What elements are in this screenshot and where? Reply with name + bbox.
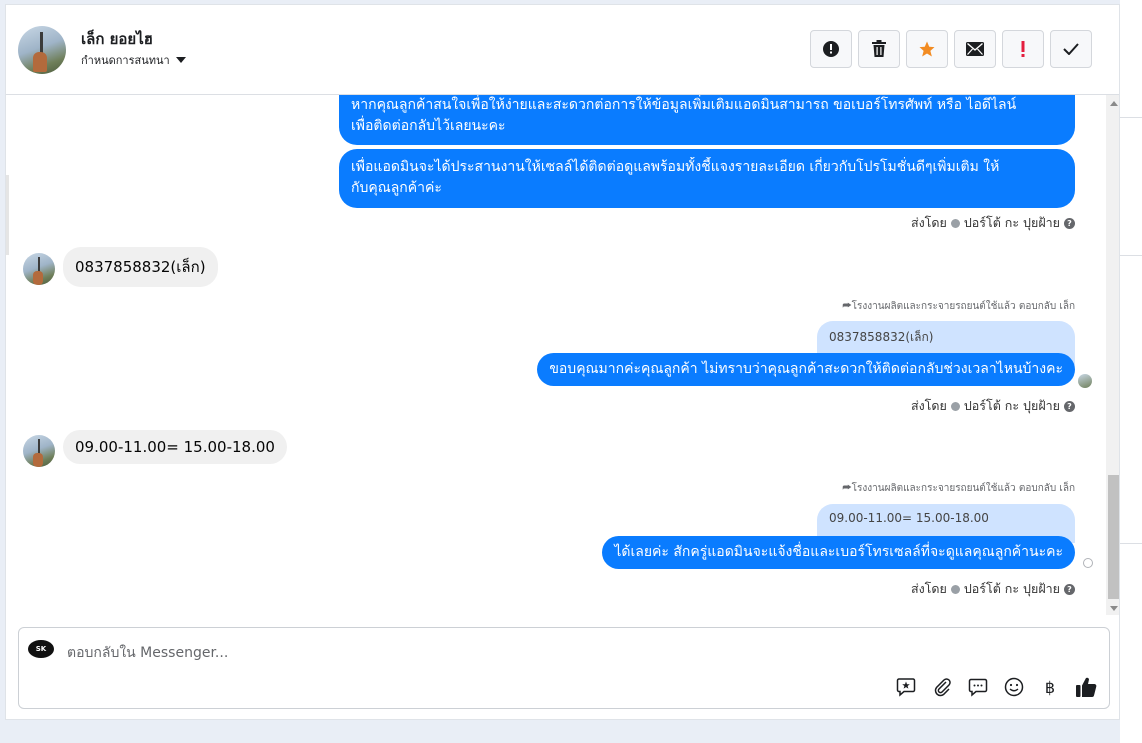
conversation-header: เล็ก ยอยไฮ กำหนดการสนทนา xyxy=(6,5,1119,95)
assign-conversation-dropdown[interactable]: กำหนดการสนทนา xyxy=(81,51,186,69)
message-text: หากคุณลูกค้าสนใจเพื่อให้ง่ายและสะดวกต่อก… xyxy=(351,97,1017,113)
sent-by-label: ส่งโดย ปอร์โต้ กะ ปุยฝ้าย ? xyxy=(911,579,1075,599)
message-text: เพื่อแอดมินจะได้ประสานงานให้เซลล์ได้ติดต… xyxy=(351,159,1000,175)
exclamation-icon xyxy=(1021,41,1025,57)
replied-label: ⮫โรงงานผลิตและกระจายรถยนต์ใช้แล้ว ตอบกลั… xyxy=(842,301,1075,312)
scroll-thumb[interactable] xyxy=(1108,475,1119,599)
outgoing-message[interactable]: ได้เลยค่ะ สักครู่แอดมินจะแจ้งชื่อและเบอร… xyxy=(602,536,1075,569)
emoji-button[interactable] xyxy=(1003,676,1025,698)
attach-button[interactable] xyxy=(931,676,953,698)
right-side-panel xyxy=(1120,0,1142,743)
mail-icon xyxy=(966,42,984,56)
verified-icon xyxy=(950,401,960,411)
sender-name[interactable]: ปอร์โต้ กะ ปุยฝ้าย xyxy=(964,396,1060,416)
priority-button[interactable] xyxy=(1002,30,1044,68)
contact-avatar-small[interactable] xyxy=(23,253,55,285)
check-icon xyxy=(1063,43,1079,55)
reply-arrow-icon: ⮫ xyxy=(842,301,852,312)
saved-reply-button[interactable] xyxy=(895,676,917,698)
message-text: เพื่อติดต่อกลับไว้เลยนะคะ xyxy=(351,118,506,134)
assign-label: กำหนดการสนทนา xyxy=(81,54,170,67)
attachment-icon xyxy=(934,678,951,697)
sender-name[interactable]: ปอร์โต้ กะ ปุยฝ้าย xyxy=(964,579,1060,599)
message-text: กับคุณลูกค้าค่ะ xyxy=(351,180,442,196)
chat-button[interactable] xyxy=(967,676,989,698)
baht-icon: ฿ xyxy=(1044,677,1056,697)
reply-input[interactable]: ตอบกลับใน Messenger... xyxy=(67,642,228,664)
chevron-down-icon xyxy=(175,57,186,63)
contact-name[interactable]: เล็ก ยอยไฮ xyxy=(81,27,153,51)
outgoing-message[interactable]: เพื่อแอดมินจะได้ประสานงานให้เซลล์ได้ติดต… xyxy=(339,149,1075,208)
outgoing-message[interactable]: หากคุณลูกค้าสนใจเพื่อให้ง่ายและสะดวกต่อก… xyxy=(339,95,1075,145)
mark-unread-button[interactable] xyxy=(954,30,996,68)
header-toolbar xyxy=(810,30,1092,68)
sender-name[interactable]: ปอร์โต้ กะ ปุยฝ้าย xyxy=(964,213,1060,233)
contact-avatar[interactable] xyxy=(18,26,66,74)
contact-avatar-small[interactable] xyxy=(23,435,55,467)
help-icon[interactable]: ? xyxy=(1064,400,1075,412)
reply-composer[interactable]: SK ตอบกลับใน Messenger... ฿ xyxy=(18,627,1110,709)
composer-toolbar: ฿ xyxy=(895,676,1097,698)
star-icon xyxy=(919,41,935,57)
done-button[interactable] xyxy=(1050,30,1092,68)
help-icon[interactable]: ? xyxy=(1064,583,1075,595)
seen-avatar xyxy=(1078,374,1092,388)
verified-icon xyxy=(950,584,960,594)
like-icon xyxy=(1076,677,1097,698)
payment-button[interactable]: ฿ xyxy=(1039,676,1061,698)
page-logo: SK xyxy=(28,640,54,658)
message-scrollbar[interactable] xyxy=(1106,95,1119,615)
outgoing-message[interactable]: ขอบคุณมากค่ะคุณลูกค้า ไม่ทราบว่าคุณลูกค้… xyxy=(537,353,1075,386)
trash-icon xyxy=(872,40,886,57)
saved-reply-icon xyxy=(896,678,916,697)
spam-button[interactable] xyxy=(810,30,852,68)
emoji-icon xyxy=(1004,677,1024,697)
incoming-message[interactable]: 09.00-11.00= 15.00-18.00 xyxy=(63,430,287,464)
sent-by-label: ส่งโดย ปอร์โต้ กะ ปุยฝ้าย ? xyxy=(911,396,1075,416)
scroll-down-arrow[interactable] xyxy=(1110,606,1118,611)
message-list[interactable]: หากคุณลูกค้าสนใจเพื่อให้ง่ายและสะดวกต่อก… xyxy=(6,95,1106,615)
replied-label: ⮫โรงงานผลิตและกระจายรถยนต์ใช้แล้ว ตอบกลั… xyxy=(842,483,1075,494)
alert-circle-icon xyxy=(823,41,839,57)
chat-bubble-icon xyxy=(968,678,988,697)
sent-by-label: ส่งโดย ปอร์โต้ กะ ปุยฝ้าย ? xyxy=(911,213,1075,233)
conversation-panel: เล็ก ยอยไฮ กำหนดการสนทนา หากคุณลูกค้าสนใ… xyxy=(5,4,1120,720)
star-button[interactable] xyxy=(906,30,948,68)
left-edge-marker xyxy=(6,175,9,255)
sent-status-icon xyxy=(1083,558,1093,568)
scroll-up-arrow[interactable] xyxy=(1110,101,1118,106)
reply-arrow-icon: ⮫ xyxy=(842,483,852,494)
verified-icon xyxy=(950,218,960,228)
help-icon[interactable]: ? xyxy=(1064,217,1075,229)
delete-button[interactable] xyxy=(858,30,900,68)
like-button[interactable] xyxy=(1075,676,1097,698)
incoming-message[interactable]: 0837858832(เล็ก) xyxy=(63,247,218,287)
